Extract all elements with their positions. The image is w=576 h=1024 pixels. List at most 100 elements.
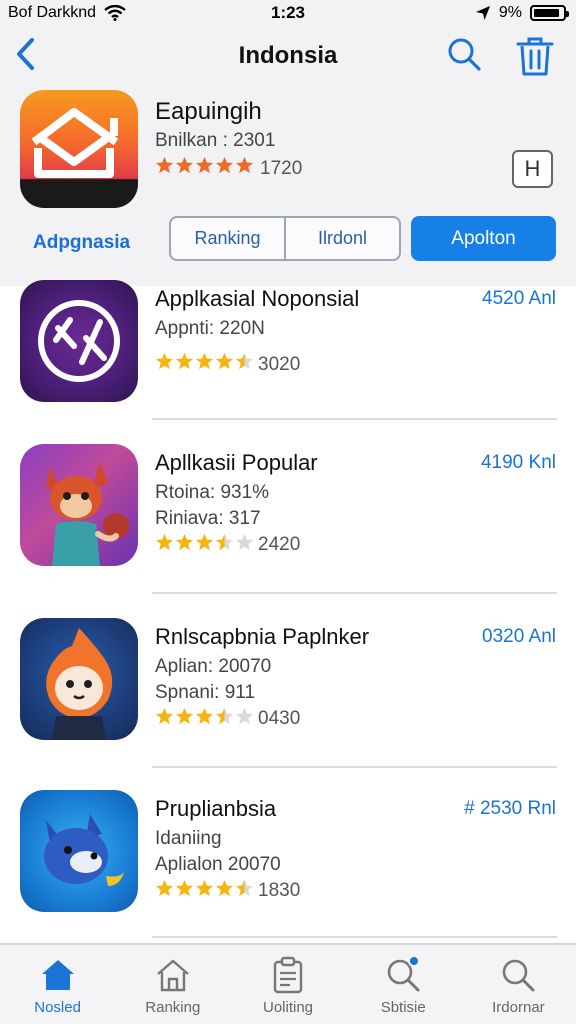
star-icon — [195, 533, 214, 551]
app-rating-stars — [155, 707, 255, 726]
tab-updates[interactable]: Uoliting — [230, 945, 345, 1024]
app-price[interactable]: 0320 Anl — [482, 626, 556, 648]
featured-rating-count: 1720 — [260, 158, 303, 179]
location-arrow-icon — [475, 6, 490, 20]
notification-dot — [407, 955, 420, 967]
app-meta: Idaniing — [155, 828, 222, 849]
app-name[interactable]: Apllkasii Popular — [155, 450, 318, 476]
tab-label: Ranking — [145, 999, 201, 1016]
featured-app-icon[interactable] — [20, 90, 138, 208]
app-icon-4[interactable] — [20, 790, 138, 912]
divider — [152, 766, 557, 768]
tab-home[interactable]: Nosled — [0, 945, 115, 1024]
segment-second[interactable]: Ilrdonl — [284, 218, 399, 259]
status-left: Bof Darkknd — [8, 4, 126, 22]
featured-action-button[interactable]: H — [512, 150, 553, 188]
app-icon-3[interactable] — [20, 618, 138, 740]
app-name[interactable]: Pruplianbsia — [155, 796, 276, 822]
app-rating-stars — [155, 352, 255, 371]
house-outline-icon — [157, 959, 189, 992]
app-icon-1[interactable] — [20, 280, 138, 402]
clipboard-icon — [273, 956, 303, 994]
star-icon — [155, 533, 174, 551]
app-icon-2[interactable] — [20, 444, 138, 566]
star-icon — [175, 879, 194, 897]
battery-percent: 9% — [498, 4, 522, 21]
app-meta: Appnti: 220N — [155, 318, 265, 339]
star-icon — [195, 352, 214, 370]
star-icon — [215, 533, 234, 551]
trash-icon[interactable] — [514, 36, 556, 76]
list-item[interactable]: Pruplianbsia # 2530 Rnl Idaniing Aplialo… — [0, 790, 576, 920]
app-rating-count: 1830 — [258, 880, 301, 901]
list-item[interactable]: Apllkasii Popular 4190 Knl Rtoina: 931% … — [0, 444, 576, 574]
star-icon — [235, 707, 254, 725]
nav-bar: Indonsia — [0, 26, 576, 86]
app-price[interactable]: # 2530 Rnl — [464, 798, 556, 820]
tab-search[interactable]: Irdornar — [461, 945, 576, 1024]
tab-ranking[interactable]: Ranking — [115, 945, 230, 1024]
star-icon — [195, 879, 214, 897]
status-bar: Bof Darkknd 1:23 9% — [0, 0, 576, 26]
tab-label: Uoliting — [262, 999, 314, 1016]
flame-character-icon — [46, 628, 113, 740]
star-icon — [235, 533, 254, 551]
segment-active[interactable]: Apolton — [411, 216, 556, 261]
star-icon — [235, 156, 254, 174]
star-icon — [215, 156, 234, 174]
star-icon — [235, 352, 254, 370]
wifi-icon — [104, 5, 126, 21]
segment-ranking[interactable]: Ranking — [171, 218, 284, 259]
category-label[interactable]: Adpgnasia — [33, 232, 130, 254]
page-title: Indonsia — [238, 42, 338, 69]
divider — [152, 418, 557, 420]
star-icon — [155, 879, 174, 897]
segmented-control: Ranking Ilrdonl — [169, 216, 401, 261]
blue-creature-icon — [44, 814, 124, 886]
star-icon — [195, 156, 214, 174]
app-meta: Aplian: 20070 — [155, 656, 272, 677]
app-name[interactable]: Applkasial Noponsial — [155, 286, 359, 312]
featured-section: Eapuingih Bnilkan : 2301 1720 H Adpgnasi… — [0, 86, 576, 286]
star-icon — [155, 707, 174, 725]
app-meta-secondary: Aplialon 20070 — [155, 854, 281, 875]
home-icon — [41, 960, 74, 990]
list-item[interactable]: Applkasial Noponsial 4520 Anl Appnti: 22… — [0, 280, 576, 410]
app-price[interactable]: 4190 Knl — [481, 452, 556, 474]
search-icon[interactable] — [446, 36, 482, 72]
tab-bar: Nosled Ranking Uoliting Sbtisie Irdornar — [0, 943, 576, 1024]
app-price[interactable]: 4520 Anl — [482, 288, 556, 310]
tab-label: Nosled — [34, 999, 81, 1016]
app-rating-stars — [155, 533, 255, 552]
battery-icon — [530, 5, 569, 21]
battery-fill — [534, 9, 560, 17]
app-rating-count: 2420 — [258, 534, 301, 555]
search-icon — [503, 959, 535, 992]
star-icon — [195, 707, 214, 725]
featured-rating-stars — [155, 156, 255, 175]
star-icon — [155, 352, 174, 370]
star-icon — [155, 156, 174, 174]
star-icon — [215, 352, 234, 370]
tab-label: Irdornar — [492, 999, 545, 1016]
status-right: 9% — [475, 4, 569, 22]
divider — [152, 936, 557, 938]
mail-house-icon — [31, 108, 119, 178]
featured-app-title[interactable]: Eapuingih — [155, 98, 262, 126]
app-meta-secondary: Riniava: 317 — [155, 508, 261, 529]
tab-label: Sbtisie — [380, 999, 426, 1016]
app-rating-stars — [155, 879, 255, 898]
star-icon — [175, 533, 194, 551]
app-rating-count: 3020 — [258, 354, 301, 375]
star-icon — [235, 879, 254, 897]
app-name[interactable]: Rnlscapbnia Paplnker — [155, 624, 369, 650]
list-item[interactable]: Rnlscapbnia Paplnker 0320 Anl Aplian: 20… — [0, 618, 576, 748]
divider — [152, 592, 557, 594]
app-rating-count: 0430 — [258, 708, 301, 729]
fox-character-icon — [46, 462, 129, 566]
tab-notifications[interactable]: Sbtisie — [346, 945, 461, 1024]
carrier-label: Bof Darkknd — [8, 4, 97, 21]
featured-app-subtitle: Bnilkan : 2301 — [155, 130, 276, 151]
app-meta-secondary: Spnani: 911 — [155, 682, 256, 703]
chevron-left-icon[interactable] — [12, 36, 42, 72]
